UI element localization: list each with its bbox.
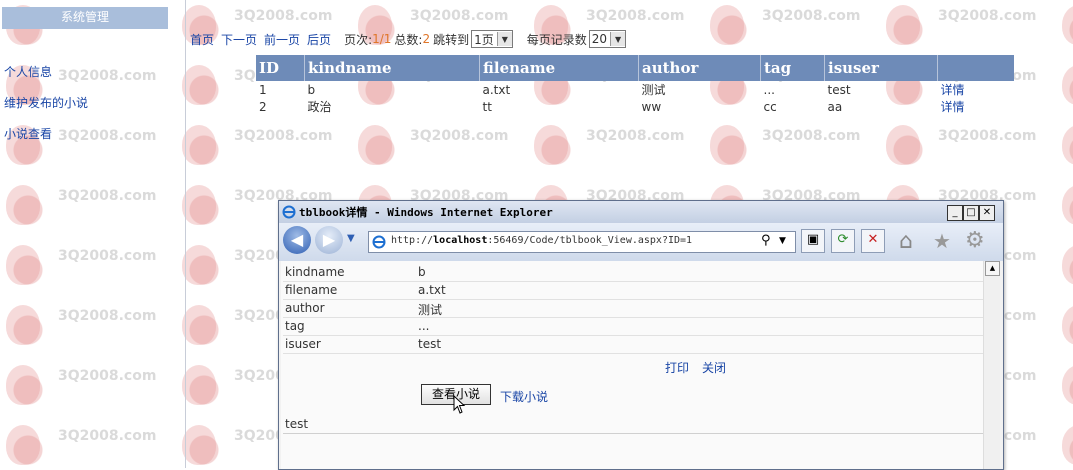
jump-label: 跳转到	[433, 32, 470, 47]
cell-author: ww	[641, 99, 662, 114]
details-link[interactable]: 详情	[938, 81, 1015, 98]
field-value: a.txt	[418, 283, 446, 297]
cell-tag: ...	[763, 82, 775, 97]
first-page-link[interactable]: 首页	[190, 31, 214, 48]
field-key: kindname	[285, 265, 345, 279]
page-icon	[372, 235, 386, 249]
per-page-select[interactable]: 20 ▼	[588, 30, 627, 48]
jump-select[interactable]: 1页 ▼	[471, 30, 513, 48]
column-header-action	[937, 55, 1014, 81]
favorites-star-icon[interactable]: ★	[933, 229, 951, 253]
field-row: isuser test	[283, 335, 983, 354]
pager: 首页 下一页 前一页 后页 页次: 1/1 总数: 2 跳转到 1页 ▼ 每页记…	[190, 29, 627, 49]
chevron-down-icon: ▼	[496, 32, 512, 46]
sidebar-item-view-novels[interactable]: 小说查看	[4, 125, 52, 142]
column-header-isuser: isuser	[824, 55, 938, 81]
cell-filename: a.txt	[482, 82, 511, 97]
column-header-filename: filename	[479, 55, 639, 81]
field-value: ...	[418, 319, 430, 333]
sidebar: 系统管理 个人信息 维护发布的小说 小说查看	[0, 0, 170, 468]
column-header-kindname: kindname	[304, 55, 480, 81]
page-label: 页次:	[344, 32, 373, 47]
total-value: 2	[422, 32, 431, 46]
nav-dropdown-icon[interactable]: ▼	[347, 233, 355, 244]
footer-text: test	[285, 417, 309, 431]
download-novel-link[interactable]: 下载小说	[500, 388, 548, 405]
field-value: 测试	[418, 303, 443, 317]
search-icon[interactable]: ⚲	[761, 233, 771, 248]
footer-row: test	[283, 415, 983, 434]
sidebar-item-personal-info[interactable]: 个人信息	[4, 63, 52, 80]
cell-tag: cc	[763, 99, 777, 114]
browser-toolbar: ◀ ▶ ▼ http://localhost:56469/Code/tblboo…	[279, 223, 1003, 261]
cell-author: 测试	[641, 83, 666, 97]
field-key: filename	[285, 283, 338, 297]
mouse-cursor-icon	[453, 395, 466, 414]
column-header-tag: tag	[760, 55, 825, 81]
vertical-scrollbar[interactable]: ▲	[983, 261, 1000, 469]
minimize-button[interactable]: _	[947, 205, 963, 221]
column-header-author: author	[638, 55, 761, 81]
per-page-select-value: 20	[591, 32, 608, 46]
popup-titlebar[interactable]: tblbook详情 - Windows Internet Explorer _ …	[279, 201, 1003, 223]
print-link[interactable]: 打印	[665, 359, 689, 376]
address-bar[interactable]: http://localhost:56469/Code/tblbook_View…	[368, 231, 796, 253]
address-url: http://localhost:56469/Code/tblbook_View…	[391, 235, 693, 246]
popup-content: kindname b filename a.txt author 测试 tag …	[281, 261, 983, 469]
cell-isuser: test	[827, 82, 851, 97]
sidebar-header: 系统管理	[2, 7, 168, 29]
field-row: kindname b	[283, 263, 983, 282]
field-key: isuser	[285, 337, 321, 351]
column-header-id: ID	[256, 55, 305, 81]
chevron-down-icon[interactable]: ▼	[779, 236, 786, 246]
total-label: 总数:	[394, 32, 423, 47]
field-value: test	[418, 337, 442, 351]
scroll-up-icon[interactable]: ▲	[985, 261, 1000, 276]
cell-filename: tt	[482, 99, 492, 114]
next-page-link[interactable]: 下一页	[221, 31, 257, 48]
page-value: 1/1	[372, 32, 392, 46]
prev-page-link[interactable]: 前一页	[264, 31, 300, 48]
field-row: author 测试	[283, 299, 983, 318]
sidebar-item-maintain-novels[interactable]: 维护发布的小说	[4, 94, 88, 111]
stop-icon[interactable]: ✕	[861, 229, 885, 253]
field-key: tag	[285, 319, 305, 333]
back-button[interactable]: ◀	[283, 226, 311, 254]
settings-gear-icon[interactable]: ⚙	[965, 228, 985, 253]
ie-logo-icon	[282, 205, 296, 219]
table-row: 2 政治 tt ww cc aa 详情	[256, 98, 1014, 115]
cell-id: 1	[259, 82, 267, 97]
popup-title: tblbook详情 - Windows Internet Explorer	[299, 206, 553, 219]
cell-kindname: b	[307, 82, 316, 97]
last-page-link[interactable]: 后页	[307, 31, 331, 48]
book-table: ID kindname filename author tag isuser 1…	[256, 55, 1014, 115]
cell-id: 2	[259, 99, 267, 114]
maximize-button[interactable]: □	[963, 205, 979, 221]
cell-isuser: aa	[827, 99, 843, 114]
table-row: 1 b a.txt 测试 ... test 详情	[256, 81, 1014, 98]
details-popup-window: tblbook详情 - Windows Internet Explorer _ …	[278, 200, 1004, 470]
field-row: filename a.txt	[283, 281, 983, 300]
forward-button[interactable]: ▶	[315, 226, 343, 254]
field-key: author	[285, 301, 325, 315]
table-header-row: ID kindname filename author tag isuser	[256, 55, 1014, 81]
per-page-label: 每页记录数	[526, 32, 587, 47]
close-link[interactable]: 关闭	[702, 359, 726, 376]
details-link[interactable]: 详情	[938, 98, 1015, 115]
field-row: tag ...	[283, 317, 983, 336]
jump-select-value: 1页	[474, 32, 494, 47]
refresh-icon[interactable]: ⟳	[831, 229, 855, 253]
cell-kindname: 政治	[307, 100, 332, 114]
close-window-button[interactable]: ✕	[979, 205, 995, 221]
chevron-down-icon: ▼	[610, 32, 626, 46]
home-icon[interactable]: ⌂	[899, 229, 913, 254]
compatibility-view-icon[interactable]: ▣	[801, 229, 825, 253]
field-value: b	[418, 265, 426, 279]
